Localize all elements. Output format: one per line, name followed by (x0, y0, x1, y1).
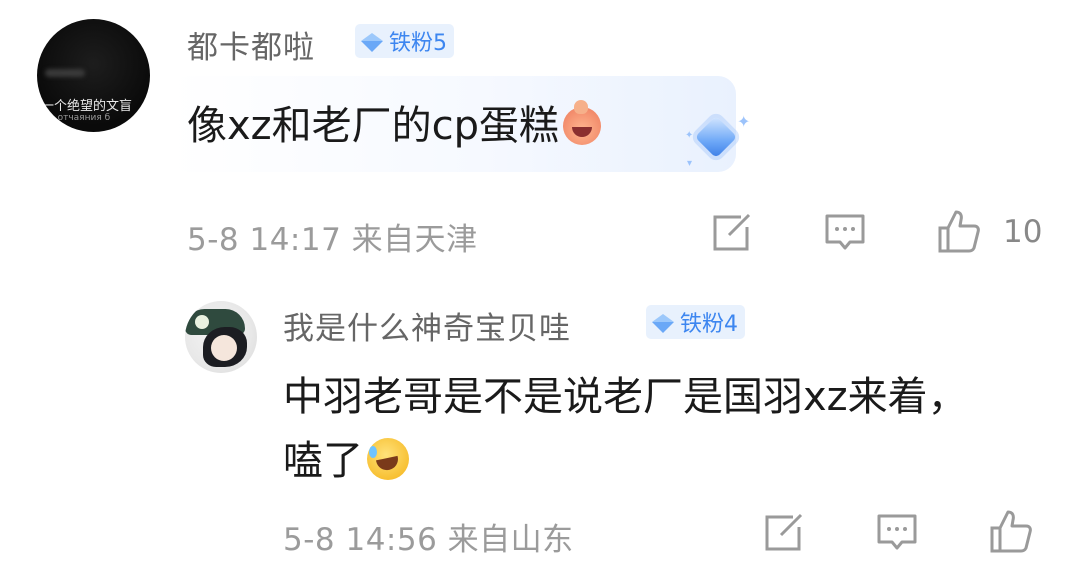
avatar-face (211, 335, 237, 361)
bubble-diamond-decoration: ✦ ✦ ▾ (683, 112, 753, 172)
sparkle-icon: ▾ (687, 158, 693, 169)
cake-emoji-icon (563, 100, 602, 145)
comment-meta: 5-8 14:17 来自天津 (187, 222, 478, 258)
avatar-glow (45, 69, 85, 77)
avatar-caption-ru: до отчаяния б (43, 113, 111, 123)
thumb-up-icon[interactable] (988, 508, 1034, 554)
comment-text: 像xz和老厂的cp蛋糕 (187, 93, 602, 151)
diamond-icon (361, 32, 383, 52)
fan-badge[interactable]: 铁粉4 (646, 305, 745, 339)
thumb-up-icon[interactable] (936, 208, 982, 254)
edit-icon[interactable] (763, 513, 805, 553)
diamond-icon (652, 313, 674, 333)
edit-icon[interactable] (711, 213, 753, 253)
replier-name[interactable]: 我是什么神奇宝贝哇 (283, 303, 571, 348)
reply-text-line-1: 中羽老哥是不是说老厂是国羽xz来着， (283, 374, 968, 420)
comment-text-body: 像xz和老厂的cp蛋糕 (187, 103, 560, 149)
sparkle-icon: ✦ (685, 130, 694, 141)
replier-avatar[interactable] (185, 301, 257, 373)
avatar-caption-cn: 一个绝望的文盲 (41, 99, 133, 114)
diamond-decoration-icon (694, 115, 738, 159)
fan-badge[interactable]: 铁粉5 (355, 24, 454, 58)
fan-badge-label: 铁粉4 (680, 312, 738, 337)
avatar-flower (195, 315, 209, 329)
sparkle-icon: ✦ (737, 112, 751, 131)
reply-meta: 5-8 14:56 来自山东 (283, 522, 574, 558)
rofl-emoji-icon (367, 438, 409, 480)
comment-icon[interactable] (876, 513, 918, 553)
reply-text-line-2-body: 嗑了 (283, 438, 363, 484)
comment-icon[interactable] (824, 213, 866, 253)
reply-text-line-2: 嗑了 (283, 428, 409, 486)
fan-badge-label: 铁粉5 (389, 31, 447, 56)
commenter-name[interactable]: 都卡都啦 (187, 22, 315, 67)
like-count: 10 (1003, 214, 1043, 250)
commenter-avatar[interactable]: 一个绝望的文盲 до отчаяния б (37, 19, 150, 132)
